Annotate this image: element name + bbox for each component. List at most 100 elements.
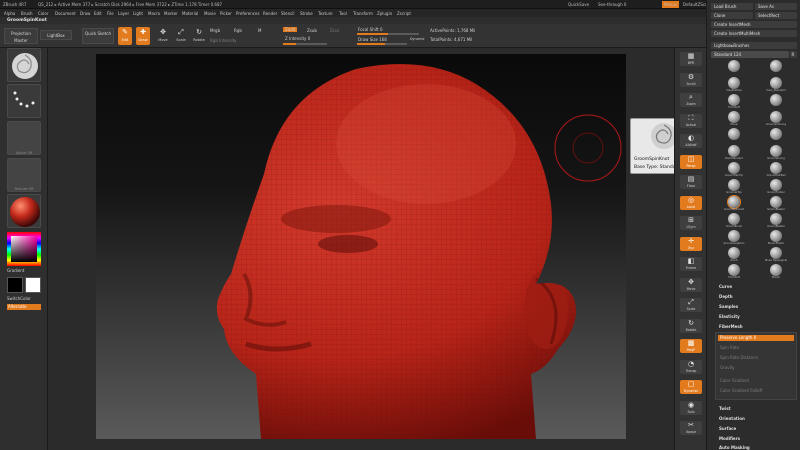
brush-item[interactable]: GroomerTop [715, 179, 753, 197]
gravity-slider[interactable]: Gravity [720, 365, 735, 370]
brush-item[interactable]: GroomBlaster [757, 196, 795, 214]
menu-picker[interactable]: Picker [220, 11, 232, 16]
brush-item[interactable]: GroomBlaster [757, 213, 795, 231]
color-gradient-falloff-slider[interactable]: Color Gradient Falloff [720, 388, 762, 393]
secondary-color-swatch[interactable] [7, 277, 23, 293]
spin-rate-distance-slider[interactable]: Spin Rate Distance [720, 355, 758, 360]
subpalette-auto-masking[interactable]: Auto Masking [719, 445, 750, 450]
menu-transform[interactable]: Transform [353, 11, 373, 16]
menu-stroke[interactable]: Stroke [300, 11, 313, 16]
brush-name-field[interactable]: Standard 124 [711, 51, 789, 58]
focal-shift-track[interactable] [357, 33, 419, 35]
gradient-label[interactable]: Gradient [7, 268, 24, 273]
main-color-swatch[interactable] [25, 277, 41, 293]
rgb-intensity-slider[interactable]: Rgb Intensity [210, 38, 237, 43]
menu-tool[interactable]: Tool [339, 11, 347, 16]
dock-button-xpose[interactable]: ✂ Xpose [680, 421, 702, 435]
draw-size-slider[interactable]: Draw Size 168 [358, 37, 387, 42]
clone-button[interactable]: Clone [711, 12, 753, 19]
zsub-button[interactable]: Zsub [307, 28, 317, 33]
alpha-thumbnail[interactable] [7, 121, 41, 155]
dock-button-aahalf[interactable]: ◐ AAHalf [680, 134, 702, 148]
brush-item[interactable]: FormSoft [715, 264, 753, 282]
brush-item[interactable]: Move Elastic [757, 230, 795, 248]
lightbox-brushes-button[interactable]: Lightbox▸Brushes [711, 42, 797, 49]
menu-texture[interactable]: Texture [318, 11, 333, 16]
menu-material[interactable]: Material [182, 11, 198, 16]
preserve-length-slider[interactable]: Preserve Length 0 [718, 335, 794, 341]
zadd-button[interactable]: Zadd [283, 27, 298, 32]
brush-item[interactable]: Planar [757, 264, 795, 282]
brush-item[interactable]: GroomBrush [715, 213, 753, 231]
see-through-slider[interactable]: See-through 0 [598, 2, 626, 7]
focal-shift-slider[interactable]: Focal Shift 0 [358, 27, 383, 32]
subpalette-samples[interactable]: Samples [719, 304, 738, 309]
brush-item[interactable]: Move [715, 111, 753, 129]
brush-item[interactable] [715, 128, 753, 146]
lightbox-button[interactable]: LightBox [40, 30, 72, 40]
subpalette-elasticity[interactable]: Elasticity [719, 314, 740, 319]
spin-rate-slider[interactable]: Spin Rate [720, 345, 739, 350]
menu-zscript[interactable]: Zscript [397, 11, 411, 16]
brush-item[interactable]: Dam_Standard [757, 77, 795, 95]
z-intensity-track[interactable] [283, 43, 327, 45]
create-insertmultimesh-button[interactable]: Create InsertMultiMesh [711, 30, 797, 37]
material-thumbnail[interactable] [7, 194, 41, 228]
dock-button-frame[interactable]: ◧ Frame [680, 257, 702, 271]
color-picker[interactable] [7, 232, 41, 266]
menu-preferences[interactable]: Preferences [236, 11, 260, 16]
color-gradient-slider[interactable]: Color Gradient [720, 378, 749, 383]
menu-marker[interactable]: Marker [164, 11, 178, 16]
dock-button-xyz[interactable]: ✛ Xyz [680, 236, 702, 251]
mrgb-button[interactable]: Mrgb [210, 28, 220, 33]
subpalette-depth[interactable]: Depth [719, 294, 733, 299]
subpalette-surface[interactable]: Surface [719, 426, 736, 431]
brush-item[interactable]: GroomSpinKnot [715, 196, 753, 214]
dock-button-scale[interactable]: ⤢ Scale [680, 298, 702, 312]
menu-render[interactable]: Render [263, 11, 277, 16]
rgb-button[interactable]: Rgb [234, 28, 242, 33]
dock-button-transp[interactable]: ◔ Transp [680, 359, 702, 374]
dock-button-polyf[interactable]: ▩ PolyF [680, 339, 702, 353]
dock-button-local[interactable]: ◎ Local [680, 195, 702, 210]
draw-mode-button[interactable]: ✚ Draw [136, 27, 150, 45]
dock-button-lsym[interactable]: ⊞ LSym [680, 216, 702, 230]
menu-color[interactable]: Color [38, 11, 48, 16]
brush-item[interactable]: ClayBuildup [715, 77, 753, 95]
brush-item[interactable]: GroomerLong [757, 145, 795, 163]
viewport-canvas[interactable] [96, 54, 626, 439]
menu-brush[interactable]: Brush [21, 11, 33, 16]
r-button[interactable]: R [790, 51, 797, 58]
brush-item[interactable]: GroomerStrong [757, 111, 795, 129]
load-brush-button[interactable]: Load Brush [711, 3, 753, 10]
brush-item[interactable]: GroomTurbler [757, 179, 795, 197]
brush-thumbnail[interactable] [7, 48, 41, 82]
dock-button-zoom[interactable]: ⌕ Zoom [680, 93, 702, 107]
menu-macro[interactable]: Macro [148, 11, 160, 16]
menu-alpha[interactable]: Alpha [4, 11, 15, 16]
dock-button-floor[interactable]: ▤ Floor [680, 175, 702, 189]
dock-button-dynamic[interactable]: ▢ Dynamic [680, 380, 702, 394]
brush-item[interactable] [715, 60, 753, 78]
menu-stencil[interactable]: Stencil [281, 11, 295, 16]
z-intensity-slider[interactable]: Z Intensity 0 [285, 36, 310, 41]
dock-button-rotate[interactable]: ↻ Rotate [680, 318, 702, 333]
brush-item[interactable]: GroomHairBall [757, 162, 795, 180]
select-rect-button[interactable]: SelectRect [755, 12, 797, 19]
switch-color-button[interactable]: SwitchColor [7, 296, 31, 301]
dock-button-solo[interactable]: ◉ Solo [680, 400, 702, 415]
subpalette-curve[interactable]: Curve [719, 284, 732, 289]
brush-item[interactable]: Move Topological [757, 247, 795, 265]
save-as-button[interactable]: Save As [755, 3, 797, 10]
projection-master-button[interactable]: Projection Master [4, 28, 38, 44]
subpalette-twist[interactable]: Twist [719, 406, 731, 411]
dock-button-actual[interactable]: ⛶ Actual [680, 113, 702, 128]
menu-draw[interactable]: Draw [80, 11, 90, 16]
quick-sketch-button[interactable]: Quick Sketch [82, 28, 114, 44]
dynamic-toggle[interactable]: Dynamic [410, 37, 425, 41]
subpalette-orientation[interactable]: Orientation [719, 416, 745, 421]
menus-button[interactable]: Menus [662, 1, 680, 8]
stroke-thumbnail[interactable] [7, 84, 41, 118]
dock-button-persp[interactable]: ◫ Persp [680, 154, 702, 169]
move-mode-button[interactable]: ✥ Move [156, 27, 170, 45]
